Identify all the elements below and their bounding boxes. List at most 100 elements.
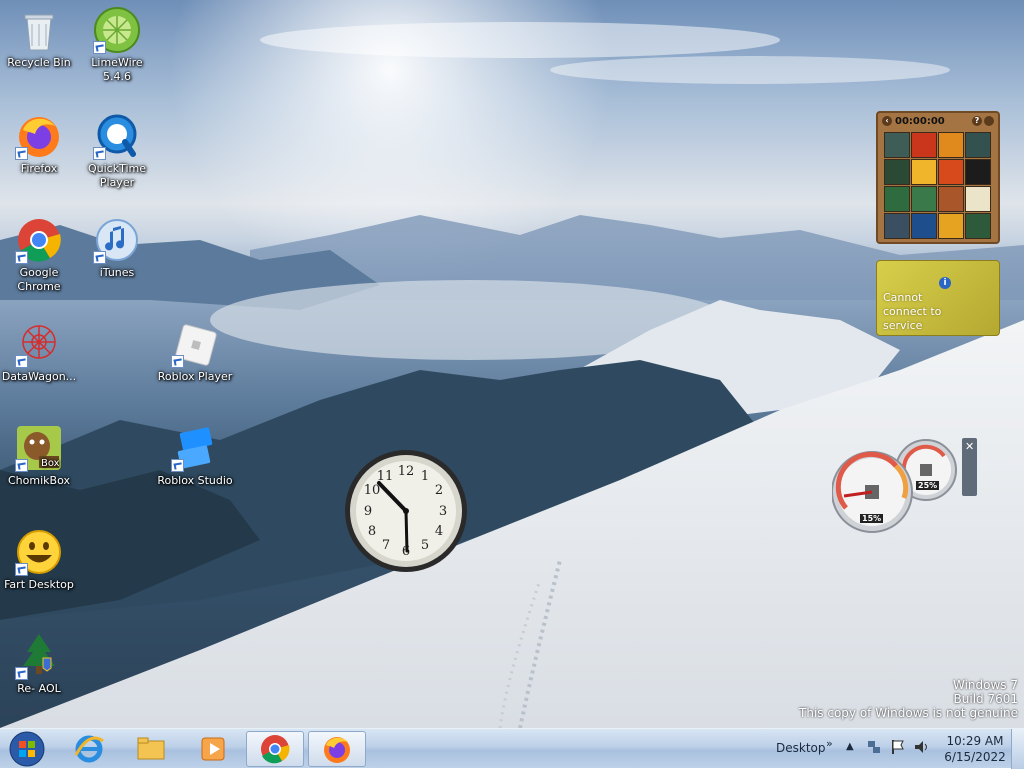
clock-numeral: 4 — [435, 524, 443, 539]
watermark-build: Build 7601 — [953, 692, 1018, 706]
desktop-icon-datawagon[interactable]: DataWagon... — [0, 320, 81, 384]
puzzle-tile[interactable] — [965, 213, 991, 239]
info-icon: i — [939, 277, 951, 289]
toolbar-expand-icon[interactable]: » — [826, 737, 833, 750]
desktop-toolbar-label[interactable]: Desktop — [776, 741, 826, 755]
watermark-genuine-notice: This copy of Windows is not genuine — [799, 706, 1018, 720]
network-icon[interactable] — [866, 739, 882, 758]
taskbar: Desktop » ▲ 10:29 AM 6/15/2022 — [0, 728, 1024, 769]
system-clock[interactable]: 10:29 AM 6/15/2022 — [944, 733, 1006, 765]
puzzle-timer: 00:00:00 — [895, 115, 945, 127]
windows-watermark: Windows 7 Build 7601 This copy of Window… — [799, 678, 1018, 720]
cpu-usage-readout: 15% — [860, 514, 884, 523]
clock-date: 6/15/2022 — [944, 750, 1006, 764]
desktop-icon-google-chrome[interactable]: Google Chrome — [0, 216, 81, 294]
shortcut-arrow-icon — [15, 667, 28, 680]
puzzle-tile[interactable] — [965, 159, 991, 185]
desktop-icon-re-aol[interactable]: Re- AOL — [0, 632, 81, 696]
desktop-icon-fart-desktop[interactable]: Fart Desktop — [0, 528, 81, 592]
desktop-icon-recycle-bin[interactable]: Recycle Bin — [0, 6, 81, 70]
show-hidden-icons-icon[interactable]: ▲ — [846, 741, 854, 752]
volume-icon[interactable] — [913, 739, 931, 758]
watermark-os: Windows 7 — [952, 678, 1018, 692]
cpu-meter-gadget[interactable]: ✕ 15% 25% — [831, 438, 977, 534]
icon-label: Roblox Studio — [157, 474, 233, 487]
desktop-icon-firefox[interactable]: Firefox — [0, 112, 81, 176]
puzzle-solve-icon[interactable] — [984, 116, 994, 126]
clock-time: 10:29 AM — [946, 734, 1004, 748]
taskbar-media-player[interactable] — [184, 731, 242, 767]
shortcut-arrow-icon — [93, 41, 106, 54]
taskbar-file-explorer[interactable] — [122, 731, 180, 767]
puzzle-grid — [884, 132, 998, 239]
puzzle-tile[interactable] — [911, 132, 937, 158]
puzzle-tile[interactable] — [938, 132, 964, 158]
feed-message: Cannot connect to service — [883, 291, 942, 332]
chrome-icon — [15, 216, 63, 264]
icon-label: ChomikBox — [8, 474, 70, 487]
shortcut-arrow-icon — [93, 251, 106, 264]
desktop-icon-itunes[interactable]: iTunes — [75, 216, 159, 280]
picture-puzzle-gadget[interactable]: ‹ 00:00:00 ? — [876, 111, 1000, 244]
folder-icon — [137, 737, 165, 760]
limewire-icon — [93, 6, 141, 54]
aol-tree-icon — [15, 632, 63, 680]
icon-label: iTunes — [99, 266, 135, 279]
taskbar-internet-explorer[interactable] — [60, 731, 118, 767]
icon-label: Recycle Bin — [7, 56, 71, 69]
desktop-icon-chomikbox[interactable]: Box ChomikBox — [0, 424, 81, 488]
icon-label: QuickTime Player — [87, 162, 147, 189]
windows-orb-icon — [9, 731, 45, 767]
taskbar-google-chrome[interactable] — [246, 731, 304, 767]
recycle-bin-icon — [15, 6, 63, 54]
icon-label: DataWagon... — [1, 370, 77, 383]
puzzle-tile[interactable] — [911, 159, 937, 185]
shortcut-arrow-icon — [15, 355, 28, 368]
shortcut-arrow-icon — [171, 459, 184, 472]
shortcut-arrow-icon — [15, 251, 28, 264]
cpu-meter-dials: ✕ — [831, 438, 977, 533]
icon-label: Google Chrome — [17, 266, 61, 293]
desktop-icon-roblox-player[interactable]: Roblox Player — [153, 320, 237, 384]
memory-usage-readout: 25% — [916, 481, 940, 490]
clock-numeral: 9 — [364, 504, 372, 519]
shortcut-arrow-icon — [171, 355, 184, 368]
desktop-icon-quicktime[interactable]: QuickTime Player — [75, 112, 159, 190]
feed-headlines-gadget[interactable]: i Cannot connect to service — [876, 260, 1000, 336]
start-button[interactable] — [0, 731, 54, 767]
desktop: Recycle Bin LimeWire 5.4.6 Firefox Quick… — [0, 0, 1024, 728]
puzzle-tile[interactable] — [938, 213, 964, 239]
puzzle-tile[interactable] — [884, 213, 910, 239]
action-center-flag-icon[interactable] — [890, 739, 906, 758]
puzzle-tile[interactable] — [911, 186, 937, 212]
puzzle-tile[interactable] — [884, 132, 910, 158]
chrome-icon — [261, 735, 290, 764]
taskbar-firefox[interactable] — [308, 731, 366, 767]
show-desktop-button[interactable] — [1011, 729, 1024, 769]
clock-numeral: 12 — [398, 464, 415, 479]
quicktime-icon — [93, 112, 141, 160]
smiley-icon — [15, 528, 63, 576]
puzzle-tile[interactable] — [938, 186, 964, 212]
shortcut-arrow-icon — [15, 147, 28, 160]
puzzle-tile[interactable] — [911, 213, 937, 239]
roblox-player-icon — [171, 320, 219, 368]
clock-numeral: 8 — [368, 524, 376, 539]
puzzle-tile[interactable] — [884, 186, 910, 212]
media-player-icon — [201, 737, 225, 761]
puzzle-back-icon[interactable]: ‹ — [882, 116, 892, 126]
itunes-icon — [93, 216, 141, 264]
minute-hand — [404, 509, 409, 553]
firefox-icon — [324, 737, 350, 763]
clock-numeral: 10 — [364, 483, 381, 498]
puzzle-tile[interactable] — [884, 159, 910, 185]
puzzle-tile[interactable] — [965, 186, 991, 212]
puzzle-tile[interactable] — [938, 159, 964, 185]
puzzle-help-icon[interactable]: ? — [972, 116, 982, 126]
clock-gadget[interactable]: 12 1 2 3 4 5 6 7 8 9 10 11 — [343, 448, 469, 574]
desktop-icon-limewire[interactable]: LimeWire 5.4.6 — [75, 6, 159, 84]
shortcut-arrow-icon — [93, 147, 106, 160]
puzzle-tile[interactable] — [965, 132, 991, 158]
shortcut-arrow-icon — [15, 563, 28, 576]
desktop-icon-roblox-studio[interactable]: Roblox Studio — [153, 424, 237, 488]
